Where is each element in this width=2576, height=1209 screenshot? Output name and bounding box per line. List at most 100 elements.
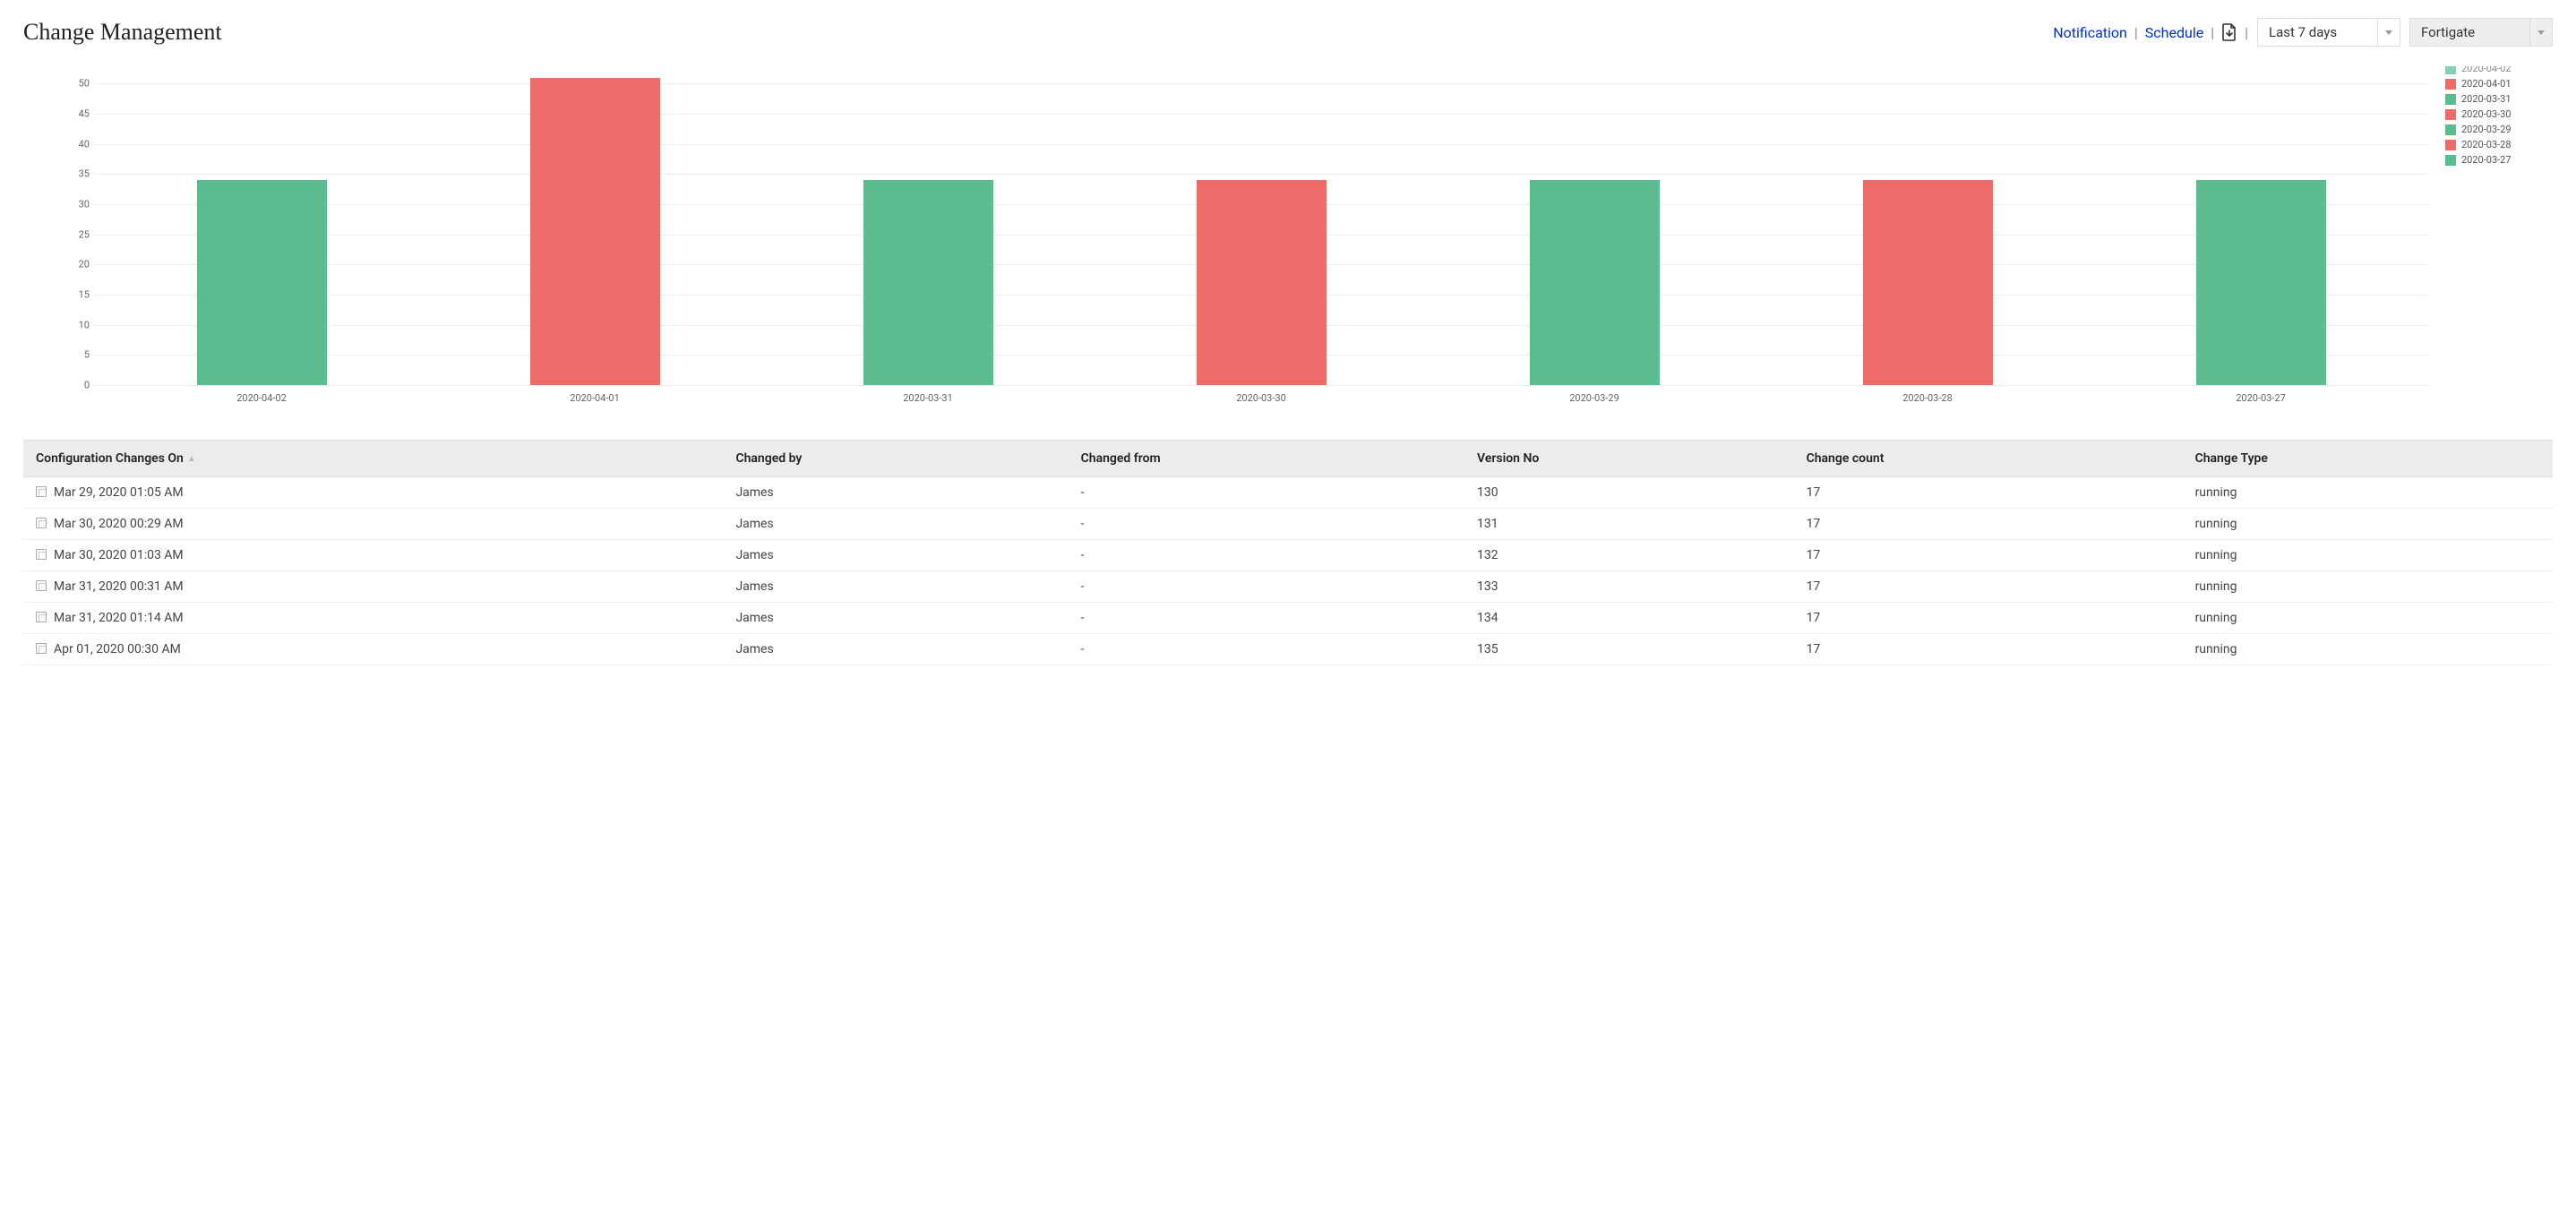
- table-row[interactable]: Apr 01, 2020 00:30 AMJames-13517running: [23, 634, 2553, 665]
- y-tick-label: 15: [59, 289, 90, 301]
- col-version-no[interactable]: Version No: [1464, 441, 1794, 477]
- diff-icon[interactable]: [36, 486, 47, 497]
- legend-item[interactable]: 2020-04-01: [2445, 78, 2553, 90]
- table-row[interactable]: Mar 31, 2020 00:31 AMJames-13317running: [23, 571, 2553, 603]
- x-tick-label: 2020-04-01: [428, 392, 761, 404]
- cell-changed-by: James: [723, 603, 1068, 634]
- sort-asc-icon: ▲: [187, 454, 196, 464]
- chart-bar[interactable]: [530, 78, 660, 385]
- cell-version-no: 130: [1464, 477, 1794, 509]
- legend-item[interactable]: 2020-03-30: [2445, 108, 2553, 120]
- y-tick-label: 25: [59, 228, 90, 240]
- legend-swatch: [2445, 140, 2456, 150]
- chart-bar[interactable]: [197, 180, 327, 385]
- y-tick-label: 0: [59, 380, 90, 391]
- x-tick-label: 2020-04-02: [95, 392, 428, 404]
- x-tick-label: 2020-03-30: [1095, 392, 1428, 404]
- cell-changed-by: James: [723, 634, 1068, 665]
- change-chart: 05101520253035404550 2020-04-022020-04-0…: [23, 72, 2553, 404]
- cell-change-type: running: [2183, 540, 2553, 571]
- table-row[interactable]: Mar 29, 2020 01:05 AMJames-13017running: [23, 477, 2553, 509]
- col-changed-from[interactable]: Changed from: [1069, 441, 1464, 477]
- x-tick-label: 2020-03-27: [2094, 392, 2427, 404]
- chart-legend: 2020-04-02 2020-04-01 2020-03-31 2020-03-30…: [2445, 66, 2553, 169]
- chevron-down-icon: [2385, 30, 2392, 35]
- cell-date: Mar 31, 2020 00:31 AM: [23, 571, 723, 603]
- cell-change-type: running: [2183, 571, 2553, 603]
- diff-icon[interactable]: [36, 612, 47, 622]
- legend-swatch: [2445, 109, 2456, 120]
- chart-bar[interactable]: [1530, 180, 1660, 385]
- col-changed-by[interactable]: Changed by: [723, 441, 1068, 477]
- diff-icon[interactable]: [36, 518, 47, 528]
- cell-change-type: running: [2183, 509, 2553, 540]
- cell-changed-from: -: [1069, 571, 1464, 603]
- legend-item[interactable]: 2020-03-27: [2445, 154, 2553, 166]
- y-tick-label: 50: [59, 78, 90, 90]
- date-range-value: Last 7 days: [2269, 24, 2337, 40]
- legend-swatch: [2445, 155, 2456, 166]
- separator: |: [2211, 24, 2214, 41]
- y-tick-label: 40: [59, 138, 90, 150]
- col-change-count[interactable]: Change count: [1794, 441, 2183, 477]
- cell-changed-by: James: [723, 540, 1068, 571]
- cell-change-count: 17: [1794, 509, 2183, 540]
- cell-version-no: 135: [1464, 634, 1794, 665]
- cell-change-type: running: [2183, 603, 2553, 634]
- legend-swatch: [2445, 94, 2456, 105]
- device-dropdown[interactable]: Fortigate: [2409, 18, 2553, 47]
- diff-icon[interactable]: [36, 643, 47, 654]
- cell-change-type: running: [2183, 634, 2553, 665]
- changes-table: Configuration Changes On▲ Changed by Cha…: [23, 440, 2553, 665]
- chart-bar[interactable]: [863, 180, 993, 385]
- chart-plot-area: 05101520253035404550 2020-04-022020-04-0…: [59, 72, 2427, 404]
- cell-changed-by: James: [723, 509, 1068, 540]
- y-tick-label: 5: [59, 349, 90, 361]
- col-change-type[interactable]: Change Type: [2183, 441, 2553, 477]
- notification-link[interactable]: Notification: [2053, 24, 2127, 41]
- chart-bar[interactable]: [1197, 180, 1327, 385]
- y-tick-label: 20: [59, 259, 90, 270]
- cell-change-count: 17: [1794, 477, 2183, 509]
- legend-label: 2020-04-01: [2461, 78, 2512, 90]
- cell-version-no: 132: [1464, 540, 1794, 571]
- cell-changed-from: -: [1069, 540, 1464, 571]
- legend-item[interactable]: 2020-03-28: [2445, 139, 2553, 150]
- y-tick-label: 45: [59, 108, 90, 120]
- y-tick-label: 35: [59, 168, 90, 180]
- col-config-changes-on[interactable]: Configuration Changes On▲: [23, 441, 723, 477]
- y-tick-label: 10: [59, 319, 90, 330]
- legend-item[interactable]: 2020-04-02: [2445, 66, 2553, 74]
- cell-changed-by: James: [723, 571, 1068, 603]
- chart-bar[interactable]: [2196, 180, 2326, 385]
- cell-version-no: 131: [1464, 509, 1794, 540]
- cell-changed-from: -: [1069, 477, 1464, 509]
- cell-change-count: 17: [1794, 571, 2183, 603]
- table-row[interactable]: Mar 30, 2020 00:29 AMJames-13117running: [23, 509, 2553, 540]
- cell-date: Mar 31, 2020 01:14 AM: [23, 603, 723, 634]
- legend-item[interactable]: 2020-03-29: [2445, 124, 2553, 135]
- cell-date: Mar 30, 2020 01:03 AM: [23, 540, 723, 571]
- grid-line: [95, 385, 2427, 386]
- legend-swatch: [2445, 66, 2456, 74]
- x-tick-label: 2020-03-28: [1761, 392, 2094, 404]
- table-row[interactable]: Mar 30, 2020 01:03 AMJames-13217running: [23, 540, 2553, 571]
- page-title: Change Management: [23, 19, 222, 46]
- schedule-link[interactable]: Schedule: [2145, 24, 2203, 41]
- x-tick-label: 2020-03-31: [761, 392, 1095, 404]
- diff-icon[interactable]: [36, 549, 47, 560]
- date-range-dropdown[interactable]: Last 7 days: [2257, 18, 2400, 47]
- legend-label: 2020-03-28: [2461, 139, 2512, 150]
- legend-item[interactable]: 2020-03-31: [2445, 93, 2553, 105]
- cell-changed-from: -: [1069, 603, 1464, 634]
- cell-change-type: running: [2183, 477, 2553, 509]
- device-value: Fortigate: [2421, 24, 2475, 40]
- cell-date: Mar 29, 2020 01:05 AM: [23, 477, 723, 509]
- cell-date: Apr 01, 2020 00:30 AM: [23, 634, 723, 665]
- header-links: Notification | Schedule | |: [2053, 23, 2248, 41]
- pdf-export-icon[interactable]: [2221, 23, 2237, 41]
- cell-change-count: 17: [1794, 634, 2183, 665]
- chart-bar[interactable]: [1863, 180, 1993, 385]
- table-row[interactable]: Mar 31, 2020 01:14 AMJames-13417running: [23, 603, 2553, 634]
- diff-icon[interactable]: [36, 580, 47, 591]
